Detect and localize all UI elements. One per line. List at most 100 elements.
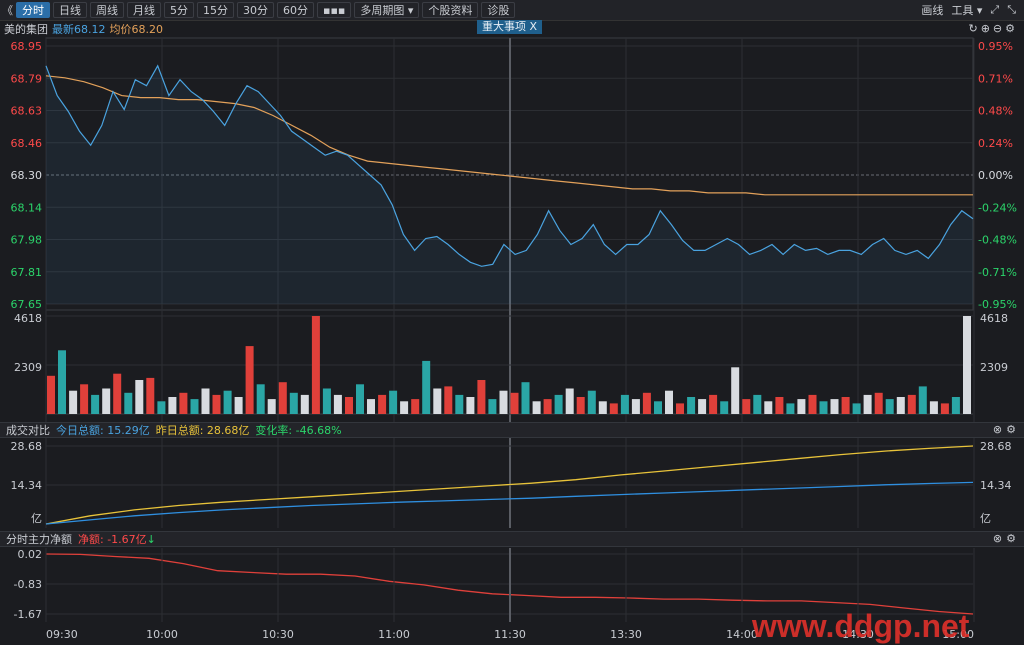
yesterday-total: 昨日总额: 28.68亿	[155, 424, 250, 437]
toolbar-button-0[interactable]: 分时	[16, 2, 50, 18]
zoom-in-icon[interactable]: ⊕	[981, 22, 993, 35]
close-icon[interactable]: ⊗	[993, 532, 1006, 545]
back-icon[interactable]: 《	[2, 2, 13, 18]
volume-bar	[554, 394, 563, 414]
volume-tick-label: 4618	[14, 312, 42, 325]
volume-bar	[333, 394, 342, 414]
compare-tick-label: 28.68	[11, 440, 43, 453]
latest-price: 最新68.12	[52, 22, 106, 36]
volume-bar	[654, 401, 662, 414]
volume-bar	[267, 399, 276, 414]
intraday-chart[interactable]: 68.95 0.95% 68.79 0.71% 68.63 0.48% 68.46 0.24%…	[0, 0, 1024, 645]
toolbar-button-1[interactable]: 日线	[53, 2, 87, 18]
volume-bar	[234, 397, 243, 414]
price-tick-label: 67.65	[11, 298, 43, 311]
volume-bar	[289, 392, 298, 414]
volume-bar	[91, 394, 100, 414]
volume-bar	[157, 401, 166, 414]
time-tick-label: 09:30	[46, 628, 78, 641]
toolbar-button-8[interactable]: ▪▪▪	[317, 2, 352, 18]
volume-bar	[642, 392, 651, 414]
event-tag[interactable]: 重大事项 X	[477, 20, 543, 34]
flow-tick-label: 0.02	[18, 548, 43, 561]
volume-bar	[565, 388, 574, 414]
volume-bar	[786, 403, 795, 414]
time-tick-label: 11:30	[494, 628, 526, 641]
volume-bar	[963, 316, 971, 414]
toolbar: 《 分时 日线 周线 月线 5分 15分 30分 60分 ▪▪▪ 多周期图 ▾ 个股资料 诊股 画线 …	[0, 0, 1024, 21]
volume-bar	[223, 390, 232, 414]
settings-icon[interactable]: ⚙	[1006, 532, 1020, 545]
settings-icon[interactable]: ⚙	[1005, 22, 1018, 35]
price-tick-label: 68.95	[11, 40, 43, 53]
toolbar-button-3[interactable]: 月线	[127, 2, 161, 18]
volume-bar	[951, 397, 960, 414]
zoom-out-icon[interactable]: ⊖	[993, 22, 1005, 35]
down-arrow-icon: ↓	[146, 532, 156, 546]
compare-tick-label: 14.34	[11, 479, 43, 492]
compare-tick-label: 亿	[980, 512, 991, 525]
time-tick-label: 11:00	[378, 628, 410, 641]
compare-header: 成交对比 今日总额: 15.29亿 昨日总额: 28.68亿 变化率: -46.…	[0, 422, 1024, 438]
settings-icon[interactable]: ⚙	[1006, 423, 1020, 436]
volume-bar	[69, 390, 78, 414]
volume-bar	[841, 397, 850, 414]
collapse-icon[interactable]: ⤡	[1007, 3, 1016, 17]
volume-bar	[488, 399, 497, 414]
volume-bar	[609, 403, 618, 414]
volume-bar	[808, 394, 817, 414]
volume-bar	[113, 373, 122, 414]
toolbar-button-2[interactable]: 周线	[90, 2, 124, 18]
volume-bar	[47, 375, 55, 414]
volume-bar	[378, 394, 387, 414]
change-rate: 变化率: -46.68%	[255, 424, 342, 437]
percent-tick-label: 0.48%	[978, 105, 1013, 118]
volume-bar	[135, 380, 144, 414]
volume-bar	[168, 397, 177, 414]
tools-menu[interactable]: 工具 ▾	[951, 2, 982, 18]
volume-bar	[124, 392, 133, 414]
volume-bar	[433, 388, 442, 414]
volume-bar	[698, 399, 707, 414]
expand-icon[interactable]: ⤢	[990, 3, 999, 17]
volume-bar	[179, 392, 188, 414]
draw-button[interactable]: 画线	[921, 2, 943, 18]
flow-title: 分时主力净额	[6, 533, 72, 546]
price-tick-label: 68.79	[11, 72, 43, 85]
volume-bar	[455, 394, 464, 414]
flow-header: 分时主力净额 净额: -1.67亿 ↓	[0, 531, 1024, 547]
volume-bar	[753, 394, 762, 414]
volume-bar	[709, 394, 718, 414]
volume-bar	[587, 390, 596, 414]
today-turnover-line	[45, 481, 974, 525]
volume-bar	[543, 399, 552, 414]
percent-tick-label: -0.48%	[978, 234, 1017, 247]
refresh-icon[interactable]: ↻	[968, 22, 980, 35]
volume-bar	[918, 386, 927, 414]
volume-bar	[874, 392, 883, 414]
toolbar-button-11[interactable]: 诊股	[481, 2, 516, 18]
volume-bar	[367, 399, 375, 414]
toolbar-button-5[interactable]: 15分	[197, 2, 234, 18]
volume-bar	[720, 401, 729, 414]
toolbar-button-7[interactable]: 60分	[277, 2, 314, 18]
price-tick-label: 67.81	[11, 266, 43, 279]
average-price-line	[45, 75, 973, 196]
time-tick-label: 13:30	[610, 628, 642, 641]
percent-tick-label: -0.95%	[978, 298, 1017, 311]
volume-bar	[896, 397, 905, 414]
volume-bar	[146, 377, 155, 414]
volume-bar	[245, 346, 254, 414]
volume-bar	[58, 350, 66, 414]
toolbar-button-9[interactable]: 多周期图 ▾	[354, 2, 420, 18]
toolbar-button-6[interactable]: 30分	[237, 2, 274, 18]
volume-tick-label: 2309	[14, 361, 42, 374]
volume-bar	[190, 399, 199, 414]
toolbar-button-4[interactable]: 5分	[164, 2, 194, 18]
volume-bar	[444, 386, 453, 414]
price-tick-label: 68.14	[11, 201, 43, 214]
net-flow: 净额: -1.67亿	[78, 533, 147, 546]
toolbar-button-10[interactable]: 个股资料	[422, 2, 479, 18]
close-icon[interactable]: ⊗	[993, 423, 1006, 436]
volume-tick-label: 2309	[980, 361, 1008, 374]
